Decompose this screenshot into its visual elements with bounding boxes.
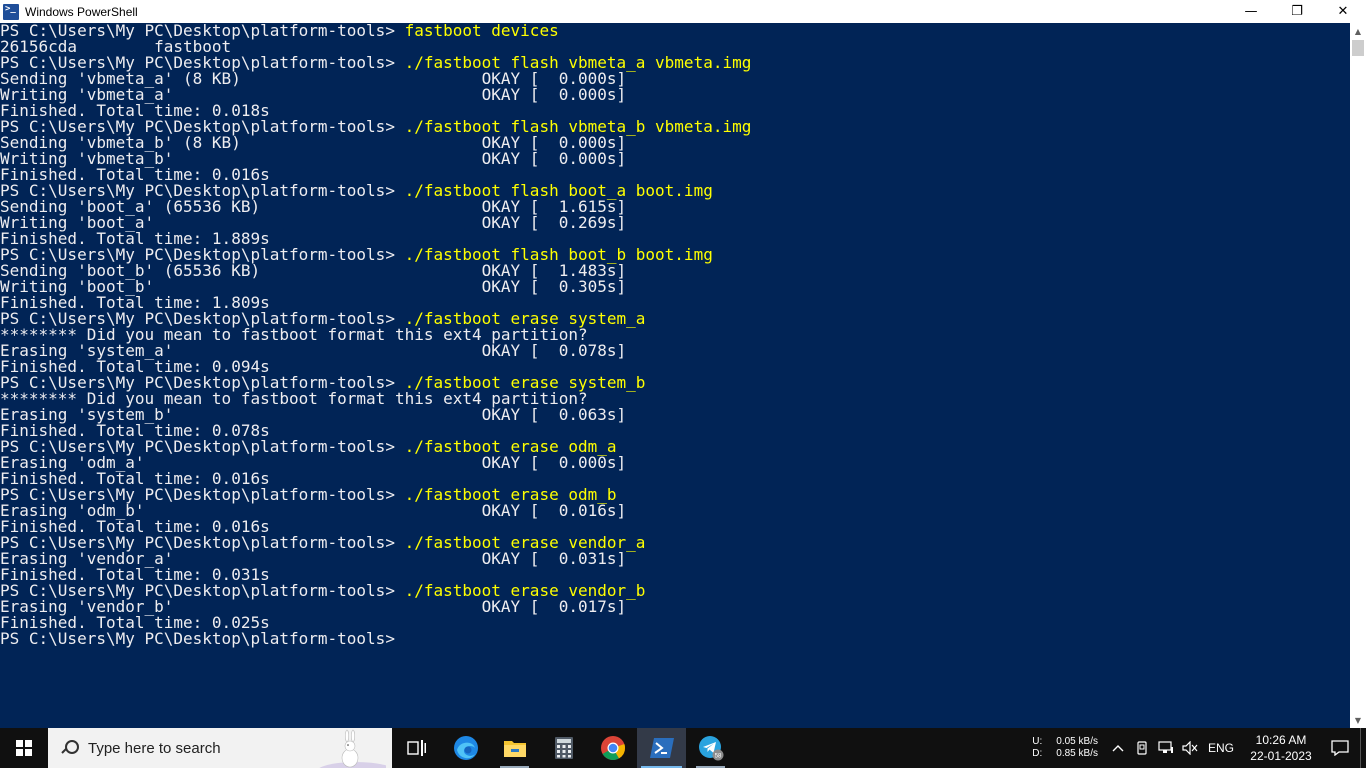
search-icon	[62, 740, 79, 756]
close-button[interactable]: ✕	[1320, 0, 1366, 23]
scroll-up-icon[interactable]: ▲	[1350, 23, 1366, 39]
powershell-app-icon[interactable]	[3, 3, 19, 20]
clock-time: 10:26 AM	[1255, 733, 1307, 747]
minimize-button[interactable]: —	[1228, 0, 1274, 23]
calculator-taskbar-button[interactable]	[539, 728, 588, 768]
volume-muted-icon[interactable]	[1178, 728, 1202, 768]
scroll-thumb[interactable]	[1352, 40, 1364, 56]
clock-date: 22-01-2023	[1250, 749, 1312, 763]
edge-taskbar-button[interactable]	[441, 728, 490, 768]
network-speed-meter[interactable]: 0.05 kB/s 0.85 kB/s	[1056, 736, 1098, 760]
chrome-icon	[600, 736, 625, 761]
chrome-taskbar-button[interactable]	[588, 728, 637, 768]
powershell-taskbar-button[interactable]	[637, 728, 686, 768]
taskbar-search-box[interactable]: Type here to search	[48, 728, 392, 768]
upload-label: U:	[1032, 736, 1043, 747]
device-icon[interactable]	[1130, 728, 1154, 768]
chevron-up-icon[interactable]	[1106, 728, 1130, 768]
file-explorer-taskbar-button[interactable]	[490, 728, 539, 768]
telegram-taskbar-button[interactable]: 58	[686, 728, 735, 768]
clock[interactable]: 10:26 AM 22-01-2023	[1242, 732, 1320, 764]
notification-center-button[interactable]	[1320, 728, 1360, 768]
network-icon[interactable]	[1154, 728, 1178, 768]
start-button[interactable]	[0, 728, 48, 768]
task-view-icon	[406, 740, 426, 756]
console-line-text: PS C:\Users\My PC\Desktop\platform-tools…	[0, 629, 405, 648]
file-explorer-icon	[503, 741, 526, 757]
notification-icon	[1331, 740, 1349, 756]
search-highlight-illustration	[319, 729, 386, 768]
edge-icon	[453, 736, 478, 760]
show-desktop-button[interactable]	[1360, 728, 1366, 768]
windows-logo-icon	[16, 740, 32, 756]
calculator-icon	[554, 737, 573, 759]
task-view-button[interactable]	[392, 728, 441, 768]
console-output[interactable]: PS C:\Users\My PC\Desktop\platform-tools…	[0, 23, 1350, 728]
powershell-icon	[649, 738, 674, 758]
console-line: PS C:\Users\My PC\Desktop\platform-tools…	[0, 631, 1350, 647]
telegram-icon: 58	[698, 736, 723, 761]
network-speed-labels: U: D:	[1032, 736, 1042, 760]
taskbar: Type here to search 58 U: D: 0.05 kB/s 0…	[0, 728, 1366, 768]
title-bar[interactable]: Windows PowerShell — ❐ ✕	[0, 0, 1366, 23]
scroll-down-icon[interactable]: ▼	[1350, 712, 1366, 728]
maximize-button[interactable]: ❐	[1274, 0, 1320, 23]
console-command: fastboot devices	[404, 23, 559, 40]
search-placeholder: Type here to search	[88, 739, 221, 757]
download-speed: 0.85 kB/s	[1056, 748, 1098, 759]
window-title: Windows PowerShell	[25, 4, 138, 19]
system-tray: U: D: 0.05 kB/s 0.85 kB/s ENG 10:26 AM 2…	[1032, 728, 1366, 768]
upload-speed: 0.05 kB/s	[1056, 736, 1098, 747]
window-controls: — ❐ ✕	[1228, 0, 1366, 23]
telegram-badge: 58	[714, 754, 721, 760]
download-label: D:	[1032, 748, 1043, 759]
input-language[interactable]: ENG	[1208, 741, 1234, 755]
vertical-scrollbar[interactable]: ▲ ▼	[1350, 23, 1366, 728]
